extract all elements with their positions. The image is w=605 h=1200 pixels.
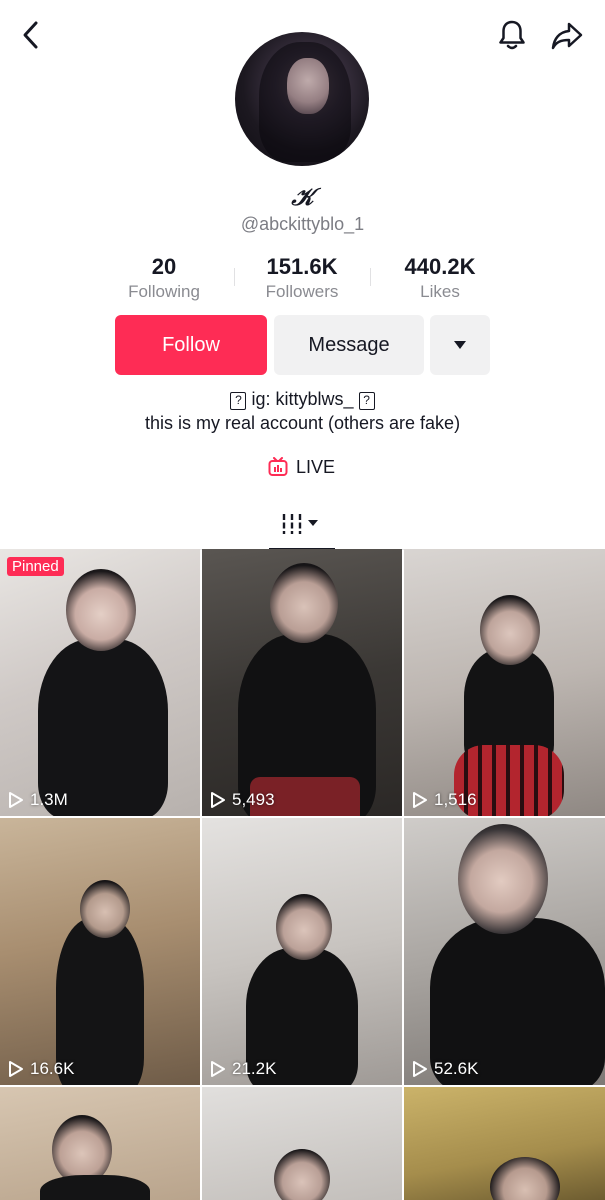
person-head (66, 569, 136, 651)
video-thumbnail[interactable] (0, 1087, 200, 1200)
video-thumbnail[interactable] (202, 1087, 402, 1200)
stat-label: Following (128, 282, 200, 301)
person-head (480, 595, 540, 665)
video-thumbnail[interactable]: 21.2K (202, 818, 402, 1085)
chevron-left-icon (23, 21, 38, 49)
play-outline-icon (9, 1061, 23, 1077)
view-count-text: 16.6K (30, 1059, 75, 1078)
bio-line-1: ? ig: kittyblws_ ? (0, 389, 605, 410)
video-thumbnail[interactable]: 16.6K (0, 818, 200, 1085)
unknown-glyph-icon: ? (230, 392, 247, 410)
play-outline-icon (413, 1061, 427, 1077)
back-button[interactable] (14, 18, 48, 52)
play-outline-icon (413, 792, 427, 808)
content-tabbar (0, 500, 605, 550)
video-thumbnail[interactable]: Pinned 1.3M (0, 549, 200, 816)
view-count: 1,516 (412, 790, 477, 810)
stat-value: 20 (151, 254, 177, 279)
tab-videos-grid[interactable] (269, 500, 335, 550)
play-outline-icon (9, 792, 23, 808)
stat-value: 151.6K (266, 254, 338, 279)
view-count: 16.6K (8, 1059, 74, 1079)
person-head (80, 880, 130, 938)
view-count: 52.6K (412, 1059, 478, 1079)
share-button[interactable] (548, 17, 586, 55)
video-thumbnail[interactable] (404, 1087, 605, 1200)
person-head (458, 824, 548, 934)
video-thumbnail[interactable]: 52.6K (404, 818, 605, 1085)
stat-divider (370, 268, 371, 286)
more-options-button[interactable] (430, 315, 490, 375)
pinned-badge: Pinned (7, 557, 64, 576)
person-head (270, 563, 338, 643)
caret-down-icon (454, 341, 466, 349)
grid-columns-icon (282, 514, 318, 534)
stat-following[interactable]: 20 Following (104, 254, 224, 302)
follow-button[interactable]: Follow (115, 315, 267, 375)
profile-name: 𝒦 (291, 182, 314, 211)
view-count: 21.2K (210, 1059, 276, 1079)
video-thumbnail[interactable]: 1,516 (404, 549, 605, 816)
view-count: 5,493 (210, 790, 275, 810)
bell-icon (499, 20, 525, 50)
view-count: 1.3M (8, 790, 68, 810)
avatar[interactable] (235, 32, 369, 166)
view-count-text: 5,493 (232, 790, 275, 809)
view-count-text: 1.3M (30, 790, 68, 809)
person-head (276, 894, 332, 960)
view-count-text: 21.2K (232, 1059, 277, 1078)
view-count-text: 1,516 (434, 790, 477, 809)
unknown-glyph-icon: ? (358, 392, 375, 410)
avatar-face-shape (287, 58, 329, 114)
video-thumbnail[interactable]: 5,493 (202, 549, 402, 816)
message-button[interactable]: Message (274, 315, 424, 375)
live-link[interactable]: LIVE (268, 454, 335, 480)
bio-instagram-text: ig: kittyblws_ (251, 389, 354, 409)
profile-actions: Follow Message (0, 315, 605, 375)
person-head (274, 1149, 330, 1200)
view-count-text: 52.6K (434, 1059, 479, 1078)
notification-bell-button[interactable] (494, 17, 530, 53)
stat-label: Likes (420, 282, 460, 301)
bio-line-2: this is my real account (others are fake… (144, 413, 461, 433)
live-label: LIVE (296, 456, 336, 477)
profile-handle: @abckittyblo_1 (240, 214, 365, 234)
stat-followers[interactable]: 151.6K Followers (242, 254, 362, 302)
stat-divider (234, 268, 235, 286)
tv-live-icon (268, 457, 288, 476)
play-outline-icon (211, 792, 225, 808)
share-arrow-icon (551, 22, 583, 50)
stat-label: Followers (265, 282, 339, 301)
play-outline-icon (211, 1061, 225, 1077)
person-figure (40, 1175, 150, 1200)
profile-stats: 20 Following 151.6K Followers 440.2K Lik… (0, 254, 605, 304)
stat-likes: 440.2K Likes (380, 254, 500, 302)
stat-value: 440.2K (404, 254, 476, 279)
